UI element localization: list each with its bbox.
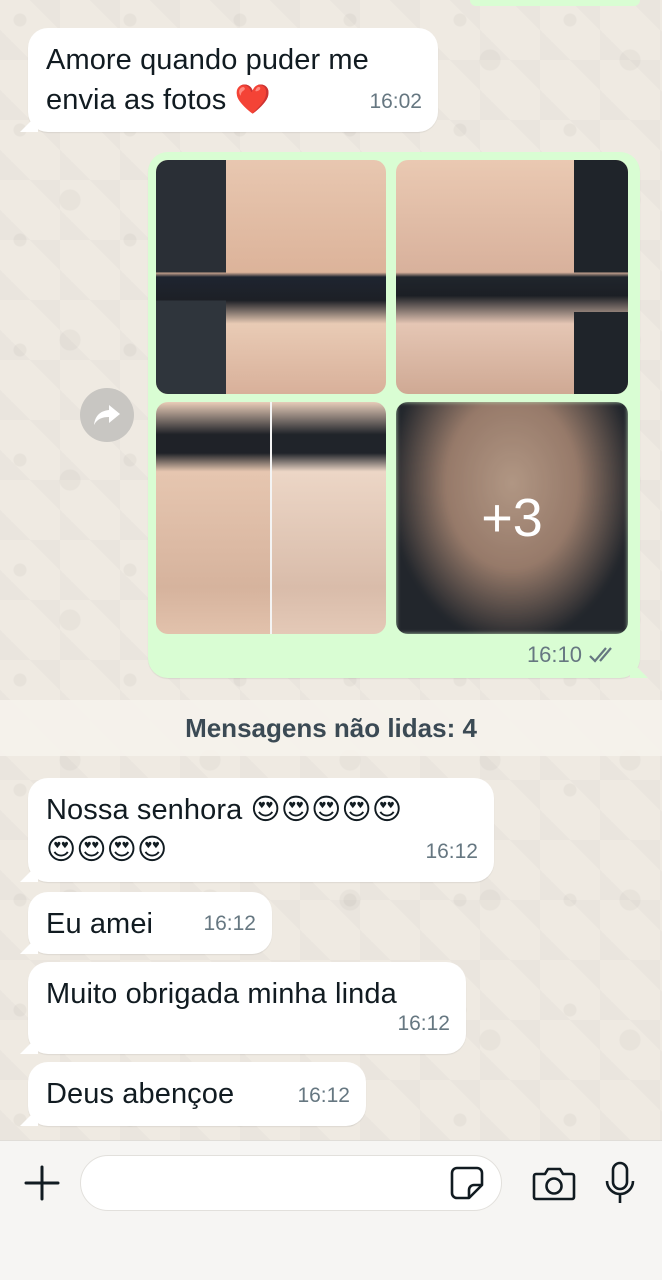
incoming-message[interactable]: Eu amei 16:12 [28,892,272,954]
message-composer [0,1140,662,1280]
forward-button[interactable] [80,388,134,442]
message-text: Nossa senhora 😍😍😍😍😍 😍😍😍😍 [46,794,403,866]
message-text: Amore quando puder me envia as fotos ❤️ [46,44,369,116]
heart-emoji: ❤️ [234,84,271,116]
incoming-message[interactable]: Nossa senhora 😍😍😍😍😍 😍😍😍😍 16:12 [28,778,494,882]
double-check-icon [589,647,612,663]
previous-bubble-edge [470,0,640,6]
message-time: 16:12 [425,840,478,863]
message-time: 16:12 [397,1012,450,1035]
message-input[interactable] [80,1155,502,1211]
incoming-message[interactable]: Amore quando puder me envia as fotos ❤️ … [28,28,438,132]
media-timestamp: 16:10 [527,642,620,668]
photo-thumbnail-3[interactable] [156,402,386,634]
sticker-icon[interactable] [449,1165,485,1201]
photo-thumbnail-more[interactable]: +3 [396,402,628,634]
photo-thumbnail-2[interactable] [396,160,628,394]
photo-thumbnail-1[interactable] [156,160,386,394]
unread-messages-banner: Mensagens não lidas: 4 [0,700,662,756]
outgoing-media-album[interactable]: +3 16:10 [148,152,640,678]
microphone-icon[interactable] [604,1161,636,1205]
message-time: 16:12 [203,912,256,935]
message-text: Muito obrigada minha linda [46,978,397,1010]
forward-icon [94,405,120,425]
media-time: 16:10 [526,642,582,667]
more-photos-count: +3 [396,402,628,634]
incoming-message[interactable]: Deus abençoe 16:12 [28,1062,366,1126]
camera-icon[interactable] [532,1165,576,1201]
plus-icon[interactable] [22,1163,62,1203]
incoming-message[interactable]: Muito obrigada minha linda 16:12 [28,962,466,1054]
message-time: 16:02 [369,90,422,113]
message-time: 16:12 [297,1084,350,1107]
